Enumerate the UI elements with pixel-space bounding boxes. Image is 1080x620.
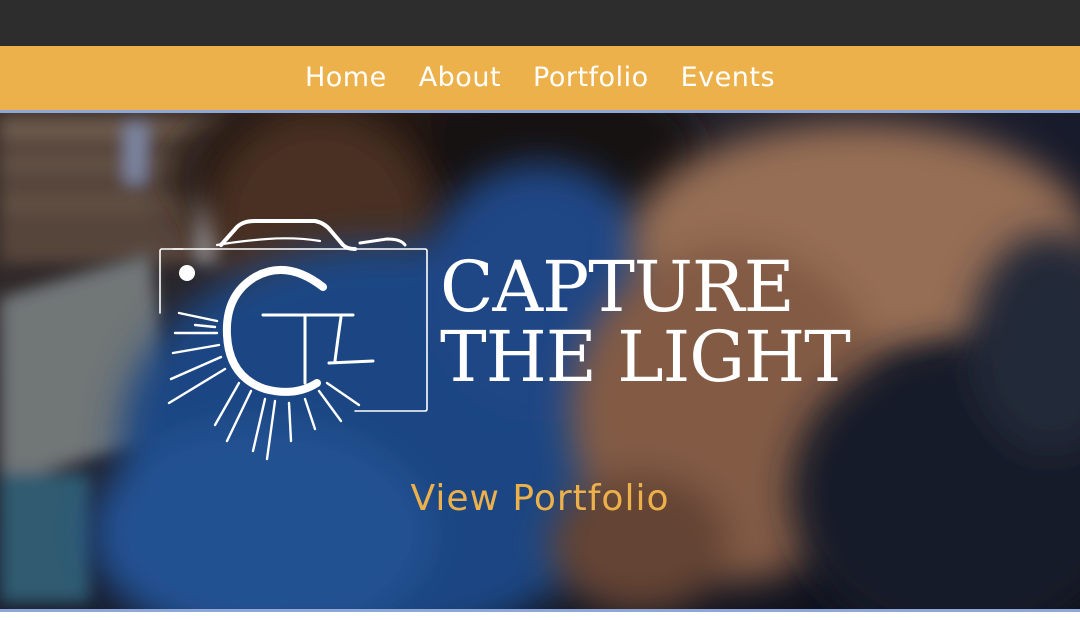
nav-item-portfolio[interactable]: Portfolio <box>533 64 649 93</box>
view-portfolio-link[interactable]: View Portfolio <box>0 478 1080 519</box>
nav-item-events[interactable]: Events <box>681 64 775 93</box>
brand-line-1: CAPTURE <box>440 246 795 328</box>
camera-logo-icon <box>159 219 428 461</box>
main-nav: Home About Portfolio Events <box>0 46 1080 113</box>
hero-divider <box>0 609 1080 612</box>
top-bar <box>0 0 1080 46</box>
brand-line-2: THE LIGHT <box>440 316 851 398</box>
nav-item-home[interactable]: Home <box>305 64 387 93</box>
nav-item-about[interactable]: About <box>419 64 501 93</box>
brand-title: CAPTURE THE LIGHT <box>440 246 851 398</box>
